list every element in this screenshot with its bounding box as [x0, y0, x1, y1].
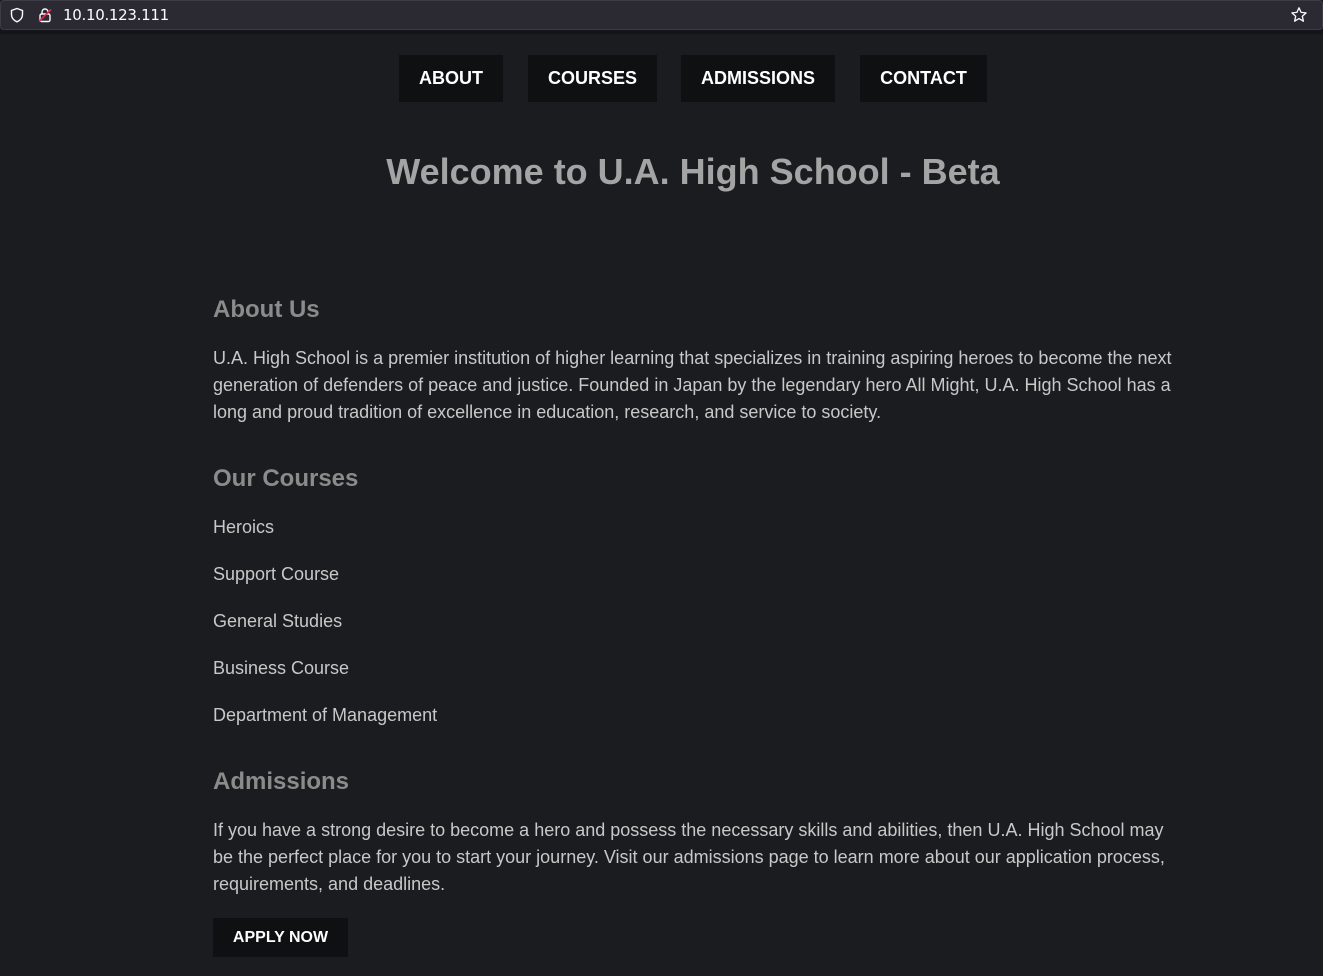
- bookmark-star-icon[interactable]: [1290, 6, 1308, 24]
- insecure-lock-icon[interactable]: [37, 7, 53, 23]
- browser-address-bar[interactable]: 10.10.123.111: [0, 0, 1323, 30]
- url-text[interactable]: 10.10.123.111: [63, 7, 169, 24]
- nav-about-button[interactable]: ABOUT: [399, 55, 503, 102]
- nav-contact-button[interactable]: CONTACT: [860, 55, 987, 102]
- shield-icon[interactable]: [9, 7, 25, 23]
- page-title: Welcome to U.A. High School - Beta: [386, 151, 1000, 192]
- course-item: Department of Management: [213, 705, 438, 725]
- main-navigation: ABOUT COURSES ADMISSIONS CONTACT: [0, 55, 1323, 102]
- course-item: Heroics: [213, 517, 275, 537]
- about-heading: About Us: [213, 296, 320, 323]
- admissions-text: If you have a strong desire to become a …: [213, 820, 1165, 894]
- admissions-heading: Admissions: [213, 768, 350, 795]
- course-item: General Studies: [213, 611, 343, 631]
- course-item: Support Course: [213, 564, 340, 584]
- nav-admissions-button[interactable]: ADMISSIONS: [681, 55, 835, 102]
- web-page: ABOUT COURSES ADMISSIONS CONTACT Welcome…: [0, 34, 1323, 976]
- courses-heading: Our Courses: [213, 465, 359, 492]
- nav-courses-button[interactable]: COURSES: [528, 55, 657, 102]
- apply-now-button[interactable]: APPLY NOW: [213, 918, 348, 957]
- course-item: Business Course: [213, 658, 350, 678]
- about-text: U.A. High School is a premier institutio…: [213, 348, 1172, 422]
